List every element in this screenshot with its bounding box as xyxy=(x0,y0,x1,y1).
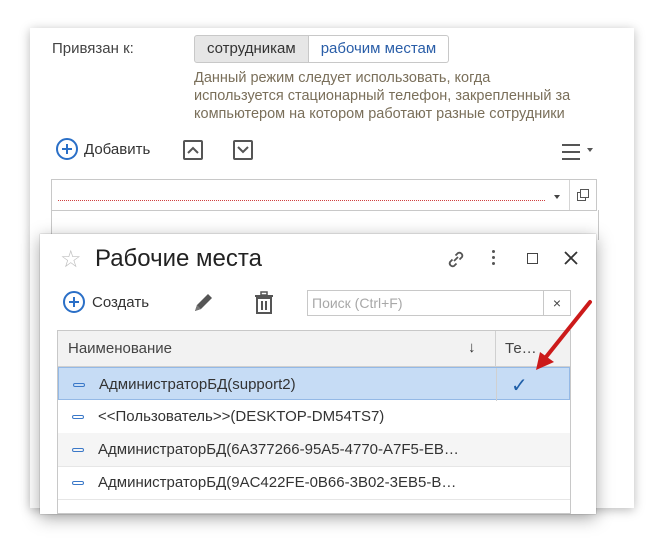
row-name: АдминистраторБД(6A377266-95A5-4770-A7F5-… xyxy=(98,441,459,458)
hint-line: используется стационарный телефон, закре… xyxy=(194,88,571,104)
mode-workplaces-button[interactable]: рабочим местам xyxy=(308,35,450,63)
plus-circle-icon xyxy=(56,138,78,160)
item-icon xyxy=(72,448,84,452)
star-icon[interactable]: ☆ xyxy=(60,248,82,272)
maximize-icon[interactable] xyxy=(527,253,538,264)
dropdown-caret-icon[interactable] xyxy=(554,195,560,199)
move-down-button[interactable] xyxy=(233,140,253,160)
search-input[interactable] xyxy=(308,291,546,315)
open-form-icon[interactable] xyxy=(577,189,589,201)
item-icon xyxy=(72,481,84,485)
mode-employees-button[interactable]: сотрудникам xyxy=(194,35,309,63)
pencil-icon[interactable] xyxy=(190,290,216,316)
close-icon[interactable] xyxy=(562,249,580,267)
create-button[interactable]: Создать xyxy=(63,291,149,313)
table-header: Наименование ↓ Те… xyxy=(58,331,570,367)
hint-line: компьютером на котором работают разные с… xyxy=(194,106,565,122)
menu-icon[interactable] xyxy=(562,144,580,165)
link-icon[interactable] xyxy=(445,248,467,270)
hint-line: Данный режим следует использовать, когда xyxy=(194,70,491,86)
add-button-label: Добавить xyxy=(84,140,151,158)
dialog-title: Рабочие места xyxy=(95,245,262,272)
more-icon[interactable] xyxy=(492,250,495,268)
create-button-label: Создать xyxy=(92,293,150,311)
annotation-arrow xyxy=(536,300,592,370)
cell-separator xyxy=(496,368,497,401)
move-up-button[interactable] xyxy=(183,140,203,160)
header-separator xyxy=(495,331,496,366)
row-name: <<Пользователь>>(DESKTOP-DM54TS7) xyxy=(98,408,385,425)
plus-circle-icon xyxy=(63,291,85,313)
add-button[interactable]: Добавить xyxy=(56,138,150,160)
mode-hint: Данный режим следует использовать, когда… xyxy=(194,69,604,123)
checkmark-icon: ✓ xyxy=(511,375,528,397)
bound-to-label: Привязан к: xyxy=(52,40,134,57)
move-up-icon xyxy=(187,146,199,154)
required-underline xyxy=(58,200,545,201)
column-name-header[interactable]: Наименование xyxy=(68,340,172,357)
workplace-field[interactable] xyxy=(51,179,597,211)
row-name: АдминистраторБД(9AC422FE-0B66-3B02-3EB5-… xyxy=(98,474,457,491)
table-row[interactable]: <<Пользователь>>(DESKTOP-DM54TS7) xyxy=(58,400,570,434)
workplaces-table: Наименование ↓ Те… АдминистраторБД(suppo… xyxy=(57,330,571,514)
trash-icon[interactable] xyxy=(252,290,276,316)
move-down-icon xyxy=(237,146,249,154)
item-icon xyxy=(72,415,84,419)
menu-caret-icon[interactable] xyxy=(587,148,593,152)
table-row[interactable]: АдминистраторБД(9AC422FE-0B66-3B02-3EB5-… xyxy=(58,466,570,500)
field-separator xyxy=(569,180,570,210)
table-row[interactable]: АдминистраторБД(support2) ✓ xyxy=(58,367,570,401)
binding-mode-toggle: сотрудникам рабочим местам xyxy=(194,35,450,63)
sort-arrow-icon[interactable]: ↓ xyxy=(468,339,476,356)
item-icon xyxy=(73,383,85,387)
table-row[interactable]: АдминистраторБД(6A377266-95A5-4770-A7F5-… xyxy=(58,433,570,467)
row-name: АдминистраторБД(support2) xyxy=(99,376,296,393)
